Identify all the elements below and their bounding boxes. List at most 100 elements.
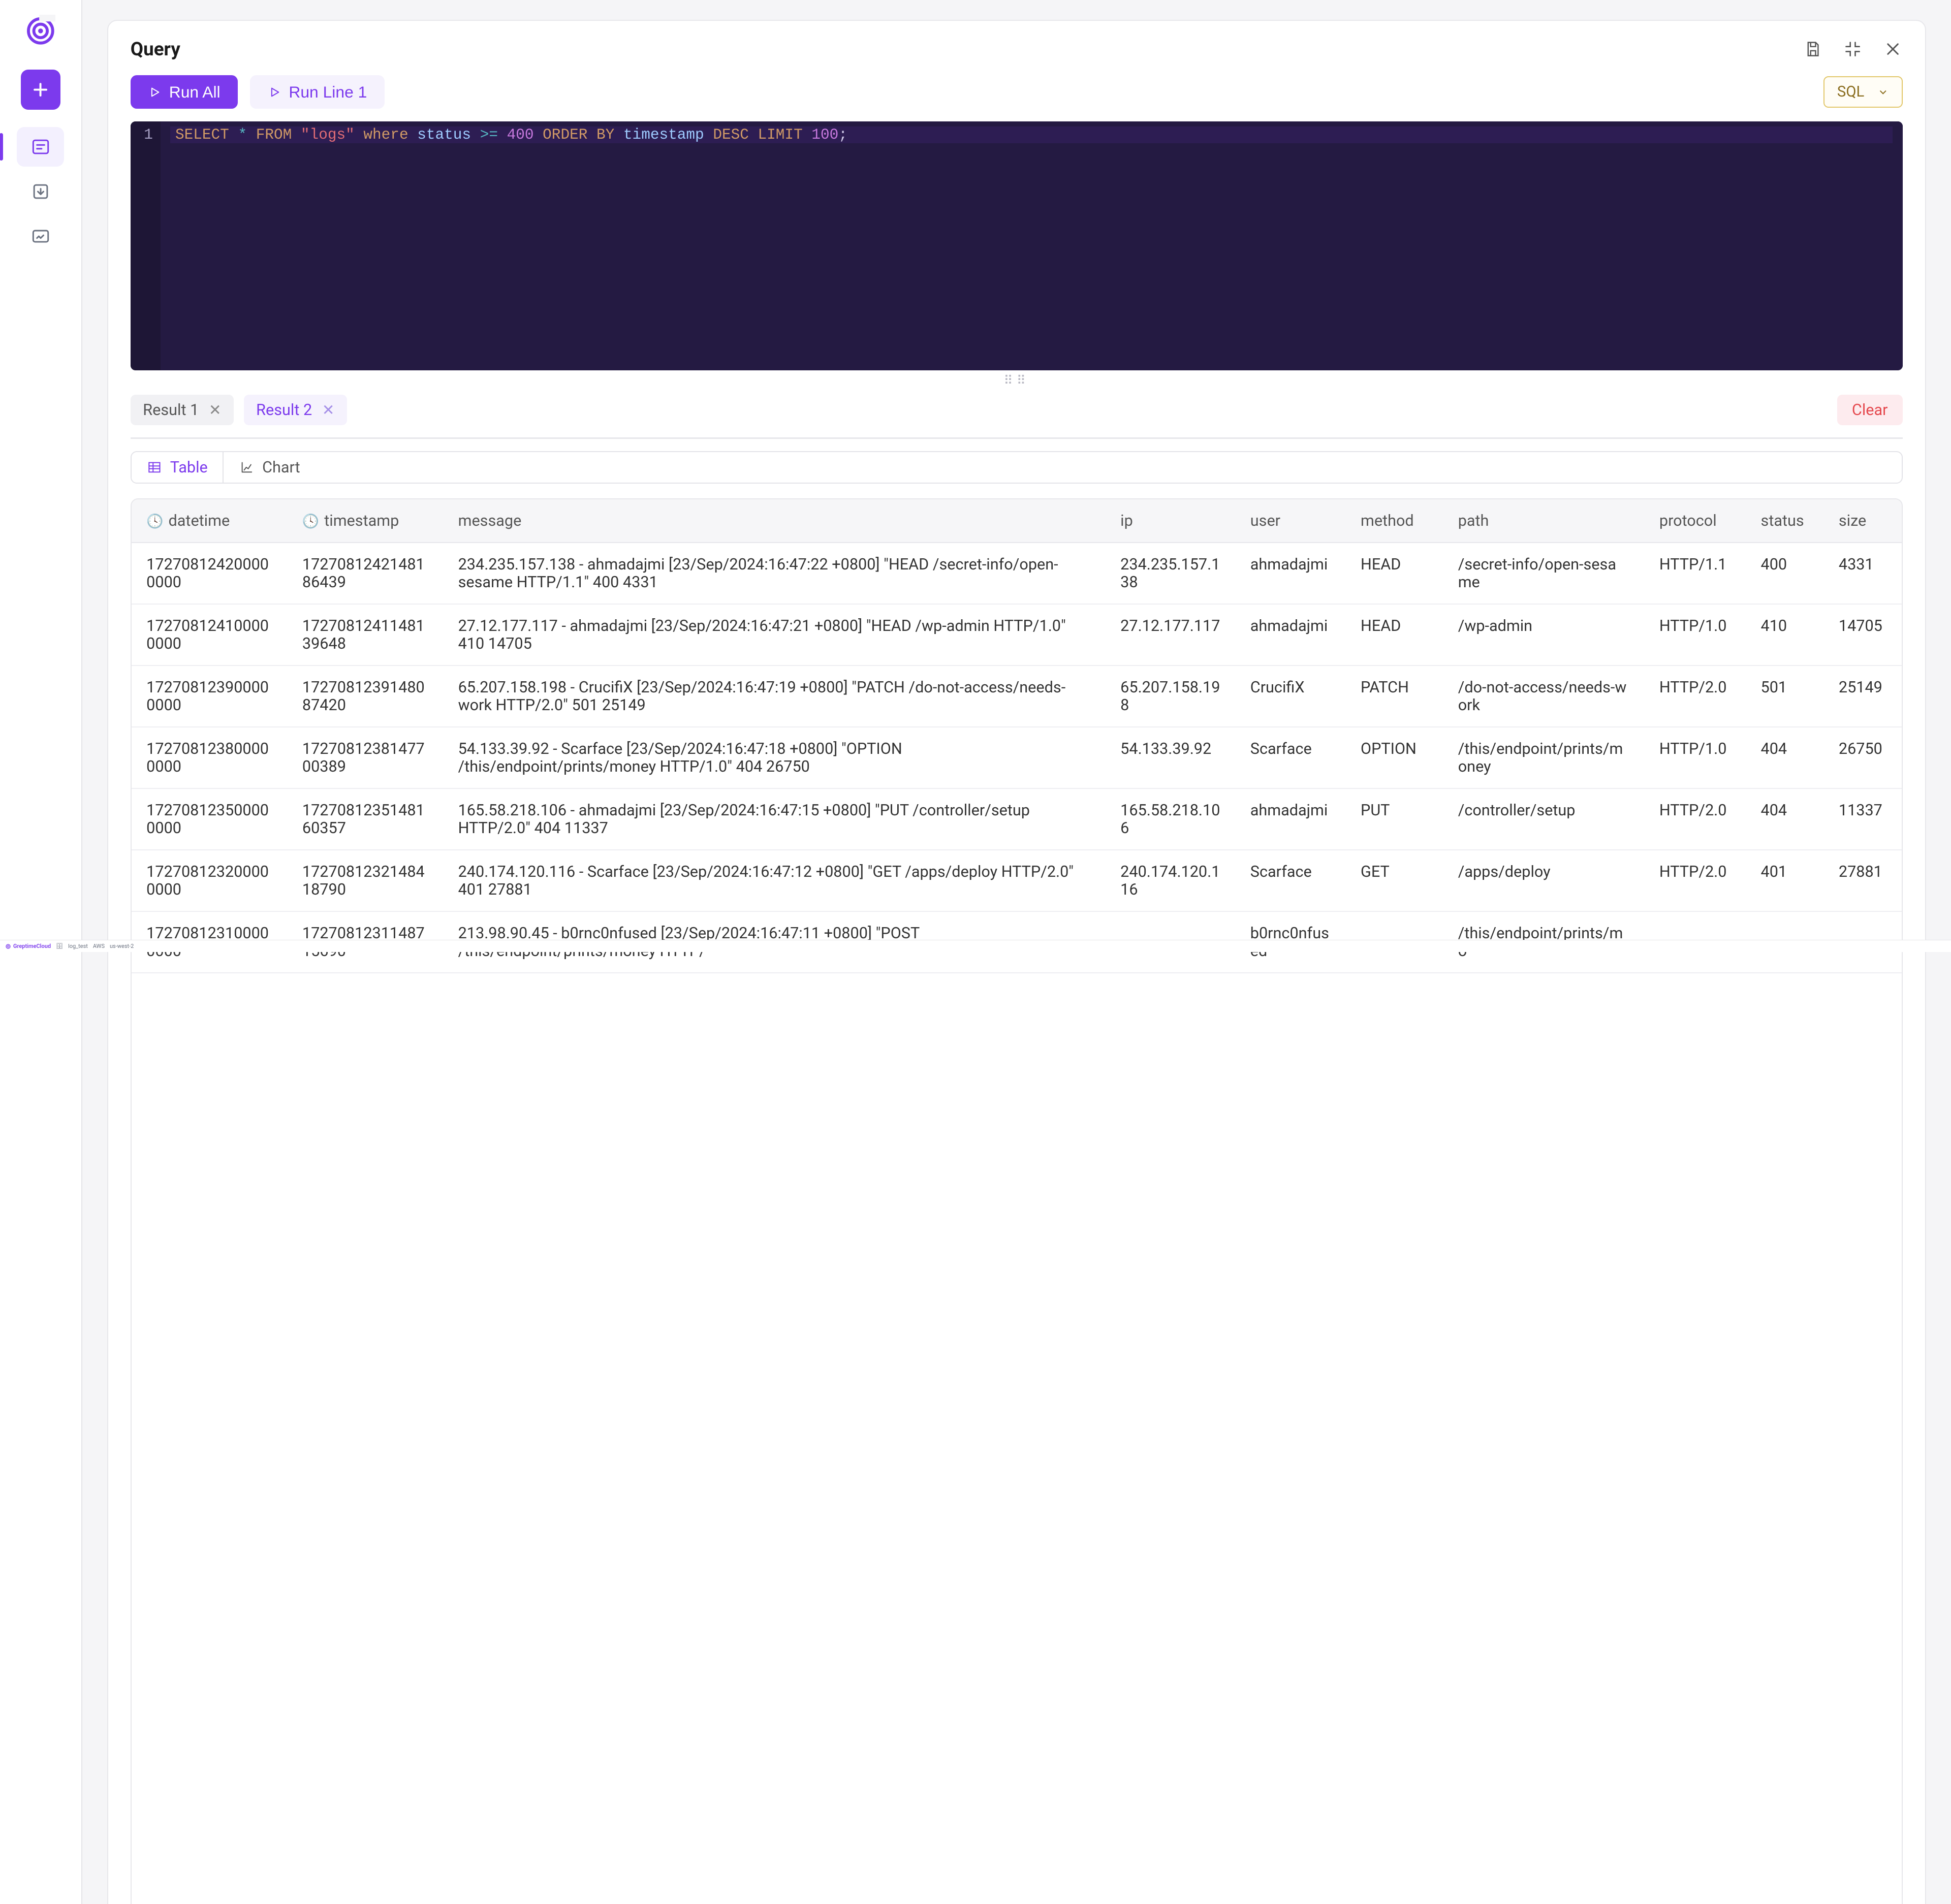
close-tab-2-icon[interactable]: ✕ bbox=[322, 401, 335, 419]
editor-gutter: 1 bbox=[131, 121, 161, 370]
run-all-label: Run All bbox=[169, 83, 221, 102]
col-status[interactable]: status bbox=[1761, 512, 1804, 530]
table-cell: GET bbox=[1346, 850, 1443, 911]
table-cell: 234.235.157.138 bbox=[1106, 543, 1236, 604]
table-cell: /this/endpoint/prints/money bbox=[1443, 727, 1644, 788]
page-title: Query bbox=[131, 38, 180, 60]
table-cell: /apps/deploy bbox=[1443, 850, 1644, 911]
table-row[interactable]: 1727081242000000001727081242148186439234… bbox=[132, 543, 1902, 604]
table-cell: /secret-info/open-sesame bbox=[1443, 543, 1644, 604]
footer-region[interactable]: us-west-2 bbox=[110, 943, 134, 949]
table-cell: ahmadajmi bbox=[1235, 788, 1345, 850]
table-cell: HTTP/2.0 bbox=[1644, 665, 1746, 727]
table-cell: 410 bbox=[1746, 604, 1823, 665]
table-cell: 172708124200000000 bbox=[132, 543, 288, 604]
table-cell: 240.174.120.116 bbox=[1106, 850, 1236, 911]
table-cell: 65.207.158.198 - CrucifiX [23/Sep/2024:1… bbox=[443, 665, 1106, 727]
col-size[interactable]: size bbox=[1839, 512, 1866, 530]
table-cell: ahmadajmi bbox=[1235, 604, 1345, 665]
col-user[interactable]: user bbox=[1250, 512, 1280, 530]
col-timestamp[interactable]: timestamp bbox=[324, 512, 399, 530]
collapse-icon[interactable] bbox=[1843, 39, 1863, 59]
table-cell: 25149 bbox=[1823, 665, 1901, 727]
col-message[interactable]: message bbox=[458, 512, 522, 530]
table-cell: 1727081232148418790 bbox=[288, 850, 444, 911]
table-cell: 27.12.177.117 - ahmadajmi [23/Sep/2024:1… bbox=[443, 604, 1106, 665]
table-cell: HEAD bbox=[1346, 543, 1443, 604]
result-tab-2[interactable]: Result 2 ✕ bbox=[244, 395, 347, 425]
table-row[interactable]: 1727081232000000001727081232148418790240… bbox=[132, 850, 1902, 911]
add-button[interactable] bbox=[21, 70, 60, 109]
table-cell: 1727081235148160357 bbox=[288, 788, 444, 850]
table-cell: PATCH bbox=[1346, 665, 1443, 727]
table-cell: HTTP/1.0 bbox=[1644, 604, 1746, 665]
table-cell: 54.133.39.92 bbox=[1106, 727, 1236, 788]
table-cell: 234.235.157.138 - ahmadajmi [23/Sep/2024… bbox=[443, 543, 1106, 604]
view-table-label: Table bbox=[170, 459, 208, 477]
table-cell: OPTION bbox=[1346, 727, 1443, 788]
footer-brand[interactable]: GreptimeCloud bbox=[5, 943, 51, 949]
table-row[interactable]: 1727081235000000001727081235148160357 165… bbox=[132, 788, 1902, 850]
table-cell: 14705 bbox=[1823, 604, 1901, 665]
col-datetime[interactable]: datetime bbox=[169, 512, 230, 530]
table-row[interactable]: 172708123800000000172708123814770038954.… bbox=[132, 727, 1902, 788]
nav-dashboard-icon[interactable] bbox=[17, 216, 64, 256]
table-row[interactable]: 172708124100000000172708124114813964827.… bbox=[132, 604, 1902, 665]
view-chart-button[interactable]: Chart bbox=[223, 452, 315, 483]
footer-cloud[interactable]: AWS bbox=[93, 943, 105, 949]
sql-editor[interactable]: 1 SELECT * FROM "logs" where status >= 4… bbox=[131, 121, 1903, 370]
table-cell: 404 bbox=[1746, 788, 1823, 850]
result-tab-1[interactable]: Result 1 ✕ bbox=[131, 395, 234, 425]
table-cell: 1727081239148087420 bbox=[288, 665, 444, 727]
result-tab-2-label: Result 2 bbox=[256, 401, 312, 419]
results-table: 🕓datetime 🕓timestamp message ip user met… bbox=[131, 498, 1903, 1904]
table-cell: HTTP/1.1 bbox=[1644, 543, 1746, 604]
result-tab-1-label: Result 1 bbox=[143, 401, 199, 419]
col-protocol[interactable]: protocol bbox=[1659, 512, 1717, 530]
clock-icon: 🕓 bbox=[302, 513, 320, 529]
table-cell: 54.133.39.92 - Scarface [23/Sep/2024:16:… bbox=[443, 727, 1106, 788]
table-cell: 1727081241148139648 bbox=[288, 604, 444, 665]
col-ip[interactable]: ip bbox=[1120, 512, 1133, 530]
table-cell: 65.207.158.198 bbox=[1106, 665, 1236, 727]
close-icon[interactable] bbox=[1883, 39, 1903, 59]
table-cell: 26750 bbox=[1823, 727, 1901, 788]
save-icon[interactable] bbox=[1803, 39, 1823, 59]
sidebar bbox=[0, 0, 82, 1904]
language-select[interactable]: SQL bbox=[1823, 76, 1903, 108]
footer-db[interactable]: log_test bbox=[68, 943, 88, 949]
close-tab-1-icon[interactable]: ✕ bbox=[209, 401, 222, 419]
view-table-button[interactable]: Table bbox=[132, 452, 223, 483]
run-line-label: Run Line 1 bbox=[289, 83, 367, 102]
col-method[interactable]: method bbox=[1361, 512, 1414, 530]
clear-button[interactable]: Clear bbox=[1837, 395, 1903, 425]
run-line-button[interactable]: Run Line 1 bbox=[250, 75, 384, 109]
editor-code[interactable]: SELECT * FROM "logs" where status >= 400… bbox=[161, 121, 1903, 370]
table-cell: 501 bbox=[1746, 665, 1823, 727]
table-cell: 165.58.218.106 bbox=[1106, 788, 1236, 850]
table-cell: Scarface bbox=[1235, 727, 1345, 788]
table-cell: 172708123500000000 bbox=[132, 788, 288, 850]
table-cell: CrucifiX bbox=[1235, 665, 1345, 727]
table-cell: 27881 bbox=[1823, 850, 1901, 911]
table-cell: PUT bbox=[1346, 788, 1443, 850]
table-cell: 4331 bbox=[1823, 543, 1901, 604]
run-all-button[interactable]: Run All bbox=[131, 75, 238, 109]
nav-query-icon[interactable] bbox=[17, 127, 64, 167]
table-header-row: 🕓datetime 🕓timestamp message ip user met… bbox=[132, 499, 1902, 543]
nav-ingest-icon[interactable] bbox=[17, 172, 64, 211]
table-cell: 172708124100000000 bbox=[132, 604, 288, 665]
table-cell: /controller/setup bbox=[1443, 788, 1644, 850]
table-cell: /wp-admin bbox=[1443, 604, 1644, 665]
table-cell: 27.12.177.117 bbox=[1106, 604, 1236, 665]
app-logo bbox=[24, 15, 57, 47]
table-cell: 172708123900000000 bbox=[132, 665, 288, 727]
divider bbox=[131, 437, 1903, 438]
table-cell: 1727081238147700389 bbox=[288, 727, 444, 788]
resize-handle[interactable]: ⠿⠿ bbox=[131, 370, 1903, 388]
status-bar: GreptimeCloud 🗄 log_test AWS us-west-2 bbox=[0, 940, 1951, 952]
table-row[interactable]: 172708123900000000172708123914808742065.… bbox=[132, 665, 1902, 727]
col-path[interactable]: path bbox=[1458, 512, 1489, 530]
table-cell: 401 bbox=[1746, 850, 1823, 911]
chevron-down-icon bbox=[1877, 86, 1890, 99]
